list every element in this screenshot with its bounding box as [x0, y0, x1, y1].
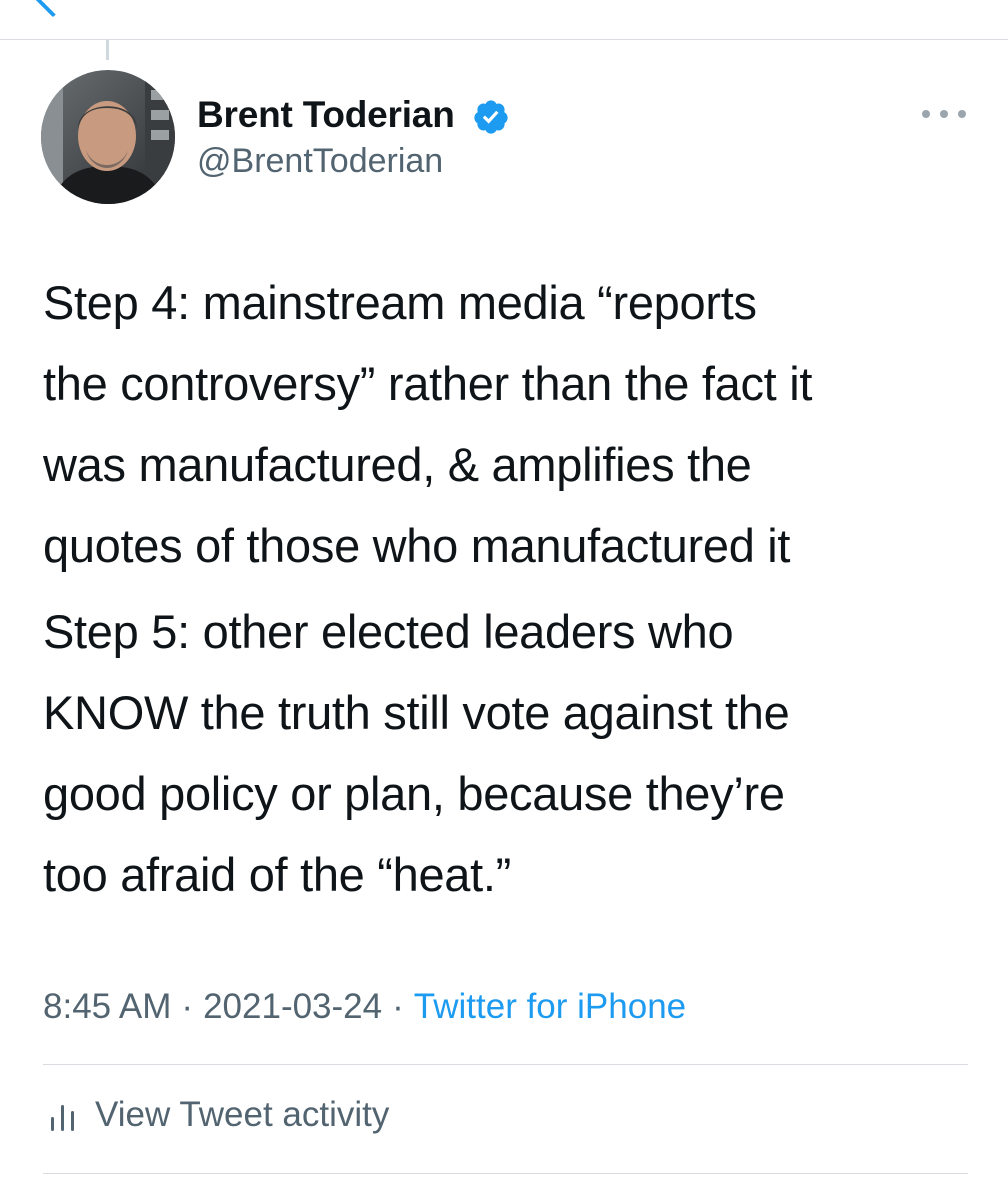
tweet-metadata: 8:45 AM · 2021-03-24 · Twitter for iPhone [43, 987, 686, 1027]
tweet-paragraph: Step 5: other elected leaders who KNOW t… [43, 605, 790, 901]
thread-connector-line [106, 40, 109, 60]
tweet-date: 2021-03-24 [203, 987, 383, 1026]
top-divider [0, 39, 1008, 40]
view-tweet-activity-button[interactable]: View Tweet activity [43, 1090, 389, 1140]
more-options-button[interactable] [922, 104, 966, 124]
verified-badge-icon [474, 100, 508, 134]
meta-separator: · [181, 987, 194, 1026]
tweet-source-link[interactable]: Twitter for iPhone [414, 987, 686, 1026]
more-dots-icon [940, 110, 948, 118]
divider [43, 1064, 968, 1065]
bar-chart-icon [51, 1105, 74, 1131]
navigation-bar [0, 0, 1008, 40]
author-handle[interactable]: @BrentToderian [197, 142, 443, 181]
view-tweet-activity-label: View Tweet activity [95, 1095, 390, 1134]
tweet-time: 8:45 AM [43, 987, 172, 1026]
meta-separator: · [392, 987, 404, 1026]
author-display-name[interactable]: Brent Toderian [197, 94, 455, 136]
divider [43, 1173, 968, 1174]
back-chevron-icon[interactable] [34, 0, 72, 18]
tweet-paragraph: Step 4: mainstream media “reports the co… [43, 276, 813, 572]
tweet-text: Step 4: mainstream media “reports the co… [43, 262, 983, 915]
more-dots-icon [922, 110, 930, 118]
profile-photo-icon [41, 70, 175, 204]
avatar[interactable] [41, 70, 175, 204]
more-dots-icon [958, 110, 966, 118]
